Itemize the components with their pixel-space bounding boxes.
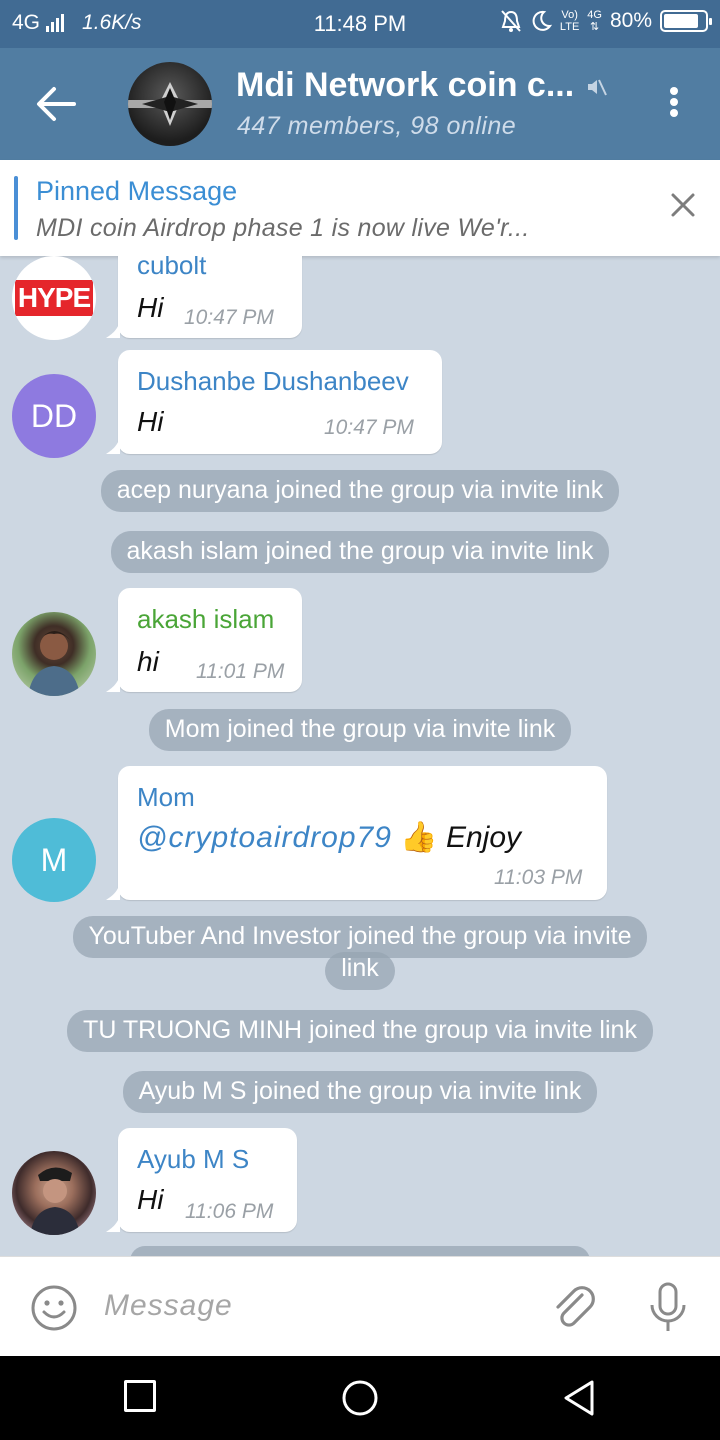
muted-icon: [588, 79, 607, 96]
nav-back-icon[interactable]: [560, 1378, 600, 1418]
sender-name[interactable]: Ayub M S: [137, 1144, 249, 1175]
system-message-continued: link: [0, 952, 720, 990]
message-bubble[interactable]: Dushanbe Dushanbeev Hi 10:47 PM: [118, 350, 442, 454]
user-photo: [28, 631, 80, 696]
close-icon[interactable]: [668, 190, 698, 220]
back-arrow-icon[interactable]: [34, 84, 78, 124]
group-avatar[interactable]: [128, 62, 212, 146]
message-time: 11:06 PM: [185, 1200, 274, 1223]
pinned-text: MDI coin Airdrop phase 1 is now live We'…: [36, 214, 530, 242]
message-text: Hi: [137, 292, 164, 323]
message-bubble[interactable]: Ayub M S Hi 11:06 PM: [118, 1128, 297, 1232]
paperclip-icon[interactable]: [552, 1283, 598, 1333]
system-message: Mom joined the group via invite link: [0, 709, 720, 751]
message-bubble[interactable]: Mom @cryptoairdrop79 👍 Enjoy 11:03 PM: [118, 766, 607, 900]
system-navigation-bar: [0, 1356, 720, 1440]
message-text: Hi: [137, 1184, 164, 1215]
battery-percent: 80%: [609, 9, 652, 32]
message-input-bar: Message: [0, 1256, 720, 1356]
microphone-icon[interactable]: [648, 1281, 688, 1335]
status-bar: 4G 1.6K/s 11:48 PM Vo) LTE 4G ⇅ 80%: [0, 0, 720, 48]
message-text: Enjoy: [445, 821, 521, 854]
bubble-tail: [106, 674, 120, 692]
message-time: 10:47 PM: [324, 416, 414, 439]
pinned-accent-bar: [14, 176, 18, 240]
alarm-off-icon: [501, 10, 521, 32]
thumbs-up-emoji: 👍: [400, 821, 438, 854]
system-message: acep nuryana joined the group via invite…: [0, 470, 720, 512]
avatar[interactable]: M: [12, 818, 96, 902]
message-text: Hi: [137, 406, 164, 437]
message-time: 10:47 PM: [184, 306, 274, 329]
bubble-tail: [106, 320, 120, 338]
emoji-icon[interactable]: [30, 1284, 78, 1332]
pinned-message-bar[interactable]: Pinned Message MDI coin Airdrop phase 1 …: [0, 160, 720, 256]
message-input[interactable]: Message: [104, 1289, 233, 1323]
bubble-tail: [106, 882, 120, 900]
system-message-partial: [130, 1246, 590, 1256]
avatar[interactable]: DD: [12, 374, 96, 458]
bubble-tail: [106, 436, 120, 454]
system-message: TU TRUONG MINH joined the group via invi…: [0, 1010, 720, 1052]
bubble-tail: [106, 1214, 120, 1232]
chat-title[interactable]: Mdi Network coin c...: [236, 66, 574, 105]
mdi-logo-icon: [128, 82, 212, 126]
message-text: hi: [137, 646, 159, 677]
pinned-title: Pinned Message: [36, 176, 238, 206]
chat-subtitle: 447 members, 98 online: [237, 112, 517, 140]
mention-link[interactable]: @cryptoairdrop79: [137, 821, 392, 854]
avatar[interactable]: HYPE: [12, 256, 96, 340]
do-not-disturb-moon-icon: [532, 10, 552, 31]
message-bubble[interactable]: cubolt Hi 10:47 PM: [118, 256, 302, 338]
more-options-icon[interactable]: [668, 84, 680, 124]
recent-apps-icon[interactable]: [124, 1380, 156, 1412]
system-message: Ayub M S joined the group via invite lin…: [0, 1071, 720, 1113]
message-content: @cryptoairdrop79 👍 Enjoy: [137, 820, 521, 855]
sender-name[interactable]: Dushanbe Dushanbeev: [137, 366, 409, 397]
avatar[interactable]: [12, 1151, 96, 1235]
message-time: 11:01 PM: [196, 660, 285, 683]
message-time: 11:03 PM: [494, 866, 583, 889]
chat-area[interactable]: HYPE cubolt Hi 10:47 PM DD Dushanbe Dush…: [0, 256, 720, 1256]
home-icon[interactable]: [340, 1378, 380, 1418]
sender-name[interactable]: akash islam: [137, 604, 274, 635]
battery-icon: [660, 10, 712, 32]
message-bubble[interactable]: akash islam hi 11:01 PM: [118, 588, 302, 692]
hype-logo: HYPE: [14, 280, 94, 316]
system-message: akash islam joined the group via invite …: [0, 531, 720, 573]
data-indicator: 4G ⇅: [587, 9, 602, 33]
volte-indicator: Vo) LTE: [559, 9, 580, 33]
sender-name[interactable]: cubolt: [137, 256, 206, 281]
sender-name[interactable]: Mom: [137, 782, 195, 813]
chat-header: Mdi Network coin c... 447 members, 98 on…: [0, 48, 720, 160]
avatar[interactable]: [12, 612, 96, 696]
user-photo: [30, 1167, 80, 1235]
